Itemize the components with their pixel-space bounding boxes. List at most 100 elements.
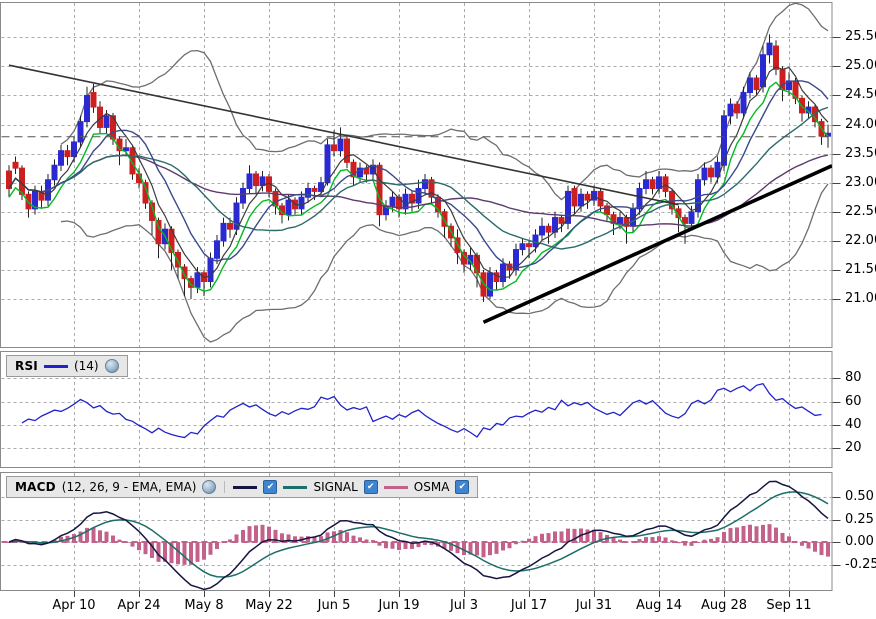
osma-bar — [92, 528, 96, 542]
macd-axis-label: -0.25 — [845, 557, 876, 572]
rsi-axis-label: 20 — [845, 440, 862, 455]
osma-bar — [644, 537, 648, 542]
down-candle — [377, 165, 382, 214]
osma-bar — [131, 542, 135, 547]
up-candle — [501, 264, 506, 281]
rsi-legend: RSI (14) — [6, 355, 128, 377]
up-candle — [644, 180, 649, 189]
osma-bar — [79, 532, 83, 542]
up-candle — [741, 93, 746, 113]
osma-bar — [254, 525, 258, 542]
osma-bar — [183, 542, 187, 565]
osma-bar — [748, 525, 752, 542]
macd-axis-label: 0.25 — [845, 512, 874, 527]
rsi-axis-label: 80 — [845, 370, 862, 385]
up-candle — [215, 241, 220, 258]
up-candle — [221, 223, 226, 240]
down-candle — [585, 194, 590, 200]
osma-bar — [826, 542, 830, 557]
osma-bar — [228, 539, 232, 542]
down-candle — [462, 252, 467, 264]
down-candle — [546, 226, 551, 232]
rsi-legend-params: (14) — [74, 359, 99, 373]
up-candle — [657, 177, 662, 189]
price-axis-label: 24.50 — [845, 87, 876, 102]
osma-bar — [371, 540, 375, 542]
up-candle — [260, 177, 265, 186]
down-candle — [228, 223, 233, 229]
up-candle — [338, 139, 343, 151]
down-candle — [774, 46, 779, 69]
osma-bar — [768, 524, 772, 542]
down-candle — [572, 188, 577, 205]
osma-bar — [683, 542, 687, 546]
osma-bar — [514, 542, 518, 544]
osma-bar — [482, 542, 486, 557]
osma-bar — [358, 537, 362, 542]
osma-bar — [787, 536, 791, 542]
osma-bar — [631, 541, 635, 542]
macd-legend: MACD (12, 26, 9 - EMA, EMA) ✔ SIGNAL ✔ O… — [6, 476, 478, 498]
price-axis-label: 25.00 — [845, 58, 876, 73]
osma-bar — [813, 542, 817, 552]
osma-bar — [670, 540, 674, 542]
osma-bar — [800, 542, 804, 546]
osma-bar — [547, 533, 551, 542]
down-candle — [683, 218, 688, 224]
osma-bar — [202, 542, 206, 560]
osma-bar — [781, 533, 785, 542]
up-candle — [299, 197, 304, 209]
candles — [7, 34, 831, 301]
date-axis-label: Jul 31 — [576, 598, 612, 613]
chart-canvas — [0, 0, 876, 619]
down-candle — [754, 78, 759, 90]
macd-visibility-checkbox[interactable]: ✔ — [263, 480, 277, 494]
signal-visibility-checkbox[interactable]: ✔ — [364, 480, 378, 494]
macd-axis-label: 0.00 — [845, 534, 874, 549]
osma-bar — [618, 540, 622, 542]
macd-legend-title: MACD — [15, 480, 56, 494]
up-candle — [416, 188, 421, 203]
osma-bar — [586, 529, 590, 542]
rsi-axis-label: 40 — [845, 417, 862, 432]
osma-bar — [144, 542, 148, 554]
osma-bar — [404, 542, 408, 549]
up-candle — [104, 116, 109, 128]
osma-bar — [521, 541, 525, 542]
up-candle — [618, 218, 623, 224]
date-axis-label: May 8 — [184, 598, 223, 613]
price-axis-label: 25.50 — [845, 29, 876, 44]
down-candle — [709, 168, 714, 177]
signal-legend-label: SIGNAL — [313, 480, 357, 494]
osma-bar — [807, 542, 811, 548]
up-candle — [124, 148, 129, 151]
osma-bar — [495, 542, 499, 554]
osma-bar — [690, 542, 694, 546]
price-axis-label: 24.00 — [845, 117, 876, 132]
macd-axis-label: 0.50 — [845, 489, 874, 504]
up-candle — [533, 235, 538, 247]
up-candle — [195, 273, 200, 288]
osma-bar — [462, 542, 466, 555]
date-axis-label: Jul 17 — [511, 598, 547, 613]
osma-bar — [397, 542, 401, 550]
up-candle — [241, 188, 246, 203]
signal-line — [9, 492, 828, 577]
osma-histogram — [2, 524, 833, 565]
price-axis-label: 21.00 — [845, 291, 876, 306]
rsi-line — [22, 384, 822, 438]
up-candle — [767, 43, 772, 55]
date-axis-label: May 22 — [245, 598, 293, 613]
up-candle — [689, 212, 694, 224]
osma-bar — [209, 542, 213, 555]
up-candle — [702, 168, 707, 180]
up-candle — [748, 78, 753, 93]
osma-visibility-checkbox[interactable]: ✔ — [455, 480, 469, 494]
osma-bar — [703, 540, 707, 542]
globe-icon[interactable] — [105, 359, 119, 373]
macd-line-swatch — [233, 486, 257, 489]
osma-bar — [137, 542, 141, 550]
globe-icon[interactable] — [202, 480, 216, 494]
osma-bar — [755, 526, 759, 542]
osma-bar — [696, 542, 700, 543]
